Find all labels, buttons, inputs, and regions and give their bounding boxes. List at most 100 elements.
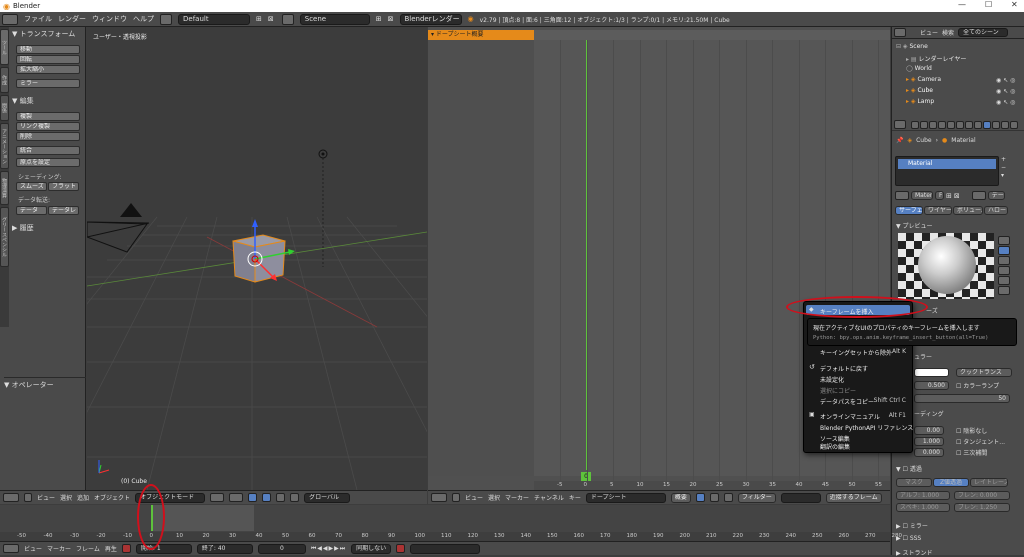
mirror-panel-header[interactable]: ▶ ☐ ミラー — [896, 521, 928, 530]
strand-panel-header[interactable]: ▶ ストランド — [896, 548, 933, 557]
outliner-item-camera[interactable]: ▸ ◈ Camera — [906, 76, 941, 83]
nearest-frame-select[interactable]: 近接するフレーム — [825, 492, 882, 503]
transform-orientation-select[interactable]: グローバル — [304, 492, 351, 503]
dopesheet-menu-marker[interactable]: マーカー — [505, 493, 529, 502]
show-hidden-icon[interactable] — [709, 493, 719, 502]
outliner-item-scene[interactable]: ⊟ ◈ Scene — [896, 43, 928, 50]
dopesheet-menu-channel[interactable]: チャンネル — [534, 493, 564, 502]
edit-panel-header[interactable]: ▼ 編集 — [12, 96, 34, 106]
shadeless-checkbox[interactable]: ☐ 陰影なし — [956, 426, 987, 435]
material-remove-icon[interactable]: ⊠ — [954, 192, 960, 200]
duplicate-linked-button[interactable]: リンク複製 — [16, 122, 80, 131]
sync-mode-select[interactable]: 同期しない — [351, 543, 392, 554]
material-add-icon[interactable]: ⊞ — [946, 192, 952, 200]
data-transfer-button[interactable]: データ — [16, 206, 47, 215]
maximize-icon[interactable]: ☐ — [985, 0, 992, 9]
ambient-field[interactable]: 1.000 — [914, 437, 944, 446]
rotate-manip-icon[interactable] — [276, 493, 286, 502]
object-tab-icon[interactable] — [947, 120, 955, 129]
specular-intensity-field[interactable]: 0.500 — [914, 381, 949, 390]
scene-remove-icon[interactable]: ⊠ — [388, 15, 394, 23]
slot-buttons[interactable]: + − ▾ — [1001, 156, 1010, 186]
render-tab-icon[interactable] — [911, 120, 919, 129]
texture-tab-icon[interactable] — [992, 120, 1000, 129]
world-tab-icon[interactable] — [938, 120, 946, 129]
outliner-item-world[interactable]: ◯ World — [906, 65, 932, 72]
material-browse-icon[interactable] — [895, 191, 909, 200]
shading-panel-header[interactable]: ーディング — [914, 409, 944, 418]
preview-panel-header[interactable]: ▼ プレビュー — [896, 221, 933, 230]
layout-remove-icon[interactable]: ⊠ — [268, 15, 274, 23]
join-button[interactable]: 統合 — [16, 146, 80, 155]
timeline-menu-playback[interactable]: 再生 — [105, 544, 117, 553]
viewport-menu-add[interactable]: 追加 — [77, 493, 89, 502]
tab-wire[interactable]: ワイヤー — [924, 206, 952, 215]
dopesheet-menu-view[interactable]: ビュー — [465, 493, 483, 502]
dopesheet-menu-select[interactable]: 選択 — [488, 493, 500, 502]
timeline-editor-icon[interactable] — [3, 544, 19, 553]
menu-edit-translation[interactable]: 翻訳の編集 — [820, 445, 850, 451]
viewport-menu-view[interactable]: ビュー — [37, 493, 55, 502]
operator-panel-header[interactable]: ▼ オペレーター — [4, 377, 86, 390]
specular-shader-select[interactable]: クックトランス — [956, 368, 1012, 377]
current-frame-field[interactable]: 0 — [257, 543, 306, 554]
tangent-checkbox[interactable]: ☐ タンジェント... — [956, 437, 1005, 446]
hide-menus-icon[interactable] — [24, 493, 32, 502]
specular-alpha-field[interactable]: スペキ: 1.000 — [896, 503, 950, 512]
viewport-menu-object[interactable]: オブジェクト — [94, 493, 130, 502]
minimize-icon[interactable]: — — [958, 0, 966, 9]
duplicate-button[interactable]: 複製 — [16, 112, 80, 121]
delete-button[interactable]: 削除 — [16, 132, 80, 141]
outliner-item-render-layers[interactable]: ▸ ▤ レンダーレイヤー — [906, 54, 966, 63]
scale-button[interactable]: 拡大縮小 — [16, 65, 80, 74]
material-link-icon[interactable] — [971, 191, 986, 200]
modifiers-tab-icon[interactable] — [965, 120, 973, 129]
keying-set-field[interactable] — [410, 543, 481, 554]
fresnel-field[interactable]: フレン: 0.000 — [954, 491, 1010, 500]
menu-file[interactable]: ファイル — [24, 14, 52, 24]
specular-panel-header[interactable]: ュラー — [914, 352, 932, 361]
material-link-select[interactable]: デー — [987, 191, 1005, 200]
outliner-scope-select[interactable]: 全てのシーン — [958, 28, 1009, 37]
tab-halo[interactable]: ハロー — [984, 206, 1008, 215]
frame-end-field[interactable]: 終了: 40 — [196, 543, 253, 554]
menu-reset-default[interactable]: デフォルトに戻す — [820, 364, 868, 373]
only-selected-icon[interactable] — [695, 493, 705, 502]
mirror-button[interactable]: ミラー — [16, 79, 80, 88]
timeline-editor[interactable]: -50 -40 -30 -20 -10 0 10 20 30 40 50 60 70 80 90 100 110… — [0, 505, 902, 541]
layers-tab-icon[interactable] — [920, 120, 928, 129]
summary-toggle[interactable]: 概要 — [670, 492, 691, 503]
tab-create[interactable]: 作成 — [0, 67, 9, 93]
data-layout-button[interactable]: データレ — [48, 206, 79, 215]
menu-edit-source[interactable]: ソース編集 — [820, 434, 850, 443]
rotate-button[interactable]: 回転 — [16, 55, 80, 64]
particles-tab-icon[interactable] — [1001, 120, 1009, 129]
shade-flat-button[interactable]: フラット — [48, 182, 79, 191]
timeline-menu-frame[interactable]: フレーム — [76, 544, 100, 553]
tab-ztransparency[interactable]: Z値透過 — [933, 478, 969, 487]
hide-menus-icon[interactable] — [452, 493, 460, 502]
outliner-editor-icon[interactable] — [894, 28, 906, 37]
record-icon[interactable] — [121, 544, 131, 553]
menu-window[interactable]: ウィンドウ — [92, 14, 127, 24]
physics-tab-icon[interactable] — [1010, 120, 1018, 129]
hardness-field[interactable]: 50 — [914, 394, 1010, 403]
shading-mode-icon[interactable] — [210, 493, 225, 502]
material-slot-item[interactable]: Material — [898, 159, 996, 169]
translucency-field[interactable]: 0.000 — [914, 448, 944, 457]
filter-button[interactable]: フィルター — [737, 492, 776, 503]
outliner-view-menu[interactable]: ビュー — [920, 28, 938, 37]
tab-mask[interactable]: マスク — [896, 478, 932, 487]
cubic-checkbox[interactable]: ☐ 三次補間 — [956, 448, 987, 457]
preview-cube-icon[interactable] — [998, 256, 1010, 265]
tab-animation[interactable]: アニメーション — [0, 123, 9, 169]
dopesheet-menu-key[interactable]: キー — [569, 493, 581, 502]
preview-type-buttons[interactable] — [998, 236, 1010, 298]
preview-monkey-icon[interactable] — [998, 266, 1010, 275]
scene-field[interactable]: Scene — [299, 13, 370, 25]
outliner-search-menu[interactable]: 検索 — [942, 28, 954, 37]
summary-channel[interactable]: ▾ ドープシート概要 — [428, 30, 534, 40]
scene-icon[interactable] — [281, 13, 294, 25]
timeline-menu-view[interactable]: ビュー — [24, 544, 42, 553]
menu-remove-keying-set[interactable]: キーイングセットから除外 — [820, 348, 892, 357]
